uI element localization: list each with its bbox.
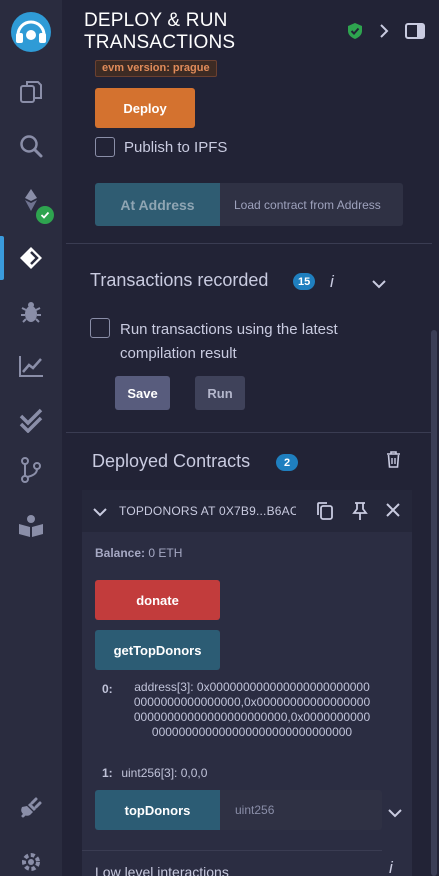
contract-actions (296, 490, 412, 532)
contract-title: TOPDONORS AT 0X7B9...B6AC (119, 504, 299, 518)
debugger-icon[interactable] (0, 286, 62, 338)
contract-header[interactable]: TOPDONORS AT 0X7B9...B6AC (82, 490, 412, 532)
deploy-run-panel: DEPLOY & RUN TRANSACTIONS evm version: p… (62, 0, 439, 876)
remix-logo-icon[interactable] (0, 6, 62, 58)
solidity-compiler-icon[interactable] (0, 176, 62, 228)
publish-ipfs-checkbox[interactable] (95, 137, 115, 157)
file-explorer-icon[interactable] (0, 66, 62, 118)
analytics-icon[interactable] (0, 340, 62, 392)
copy-icon[interactable] (316, 501, 334, 526)
at-address-group: At Address Load contract from Address (95, 183, 403, 226)
trash-icon[interactable] (386, 451, 401, 473)
run-latest-compilation-checkbox[interactable] (90, 318, 110, 338)
balance-value: 0 ETH (148, 546, 183, 560)
compiled-check-icon (36, 206, 54, 224)
output-row-1: 1: uint256[3]: 0,0,0 (102, 766, 207, 781)
panel-scrollbar[interactable] (431, 330, 437, 876)
load-contract-address-input[interactable]: Load contract from Address (220, 183, 403, 226)
panel-title: DEPLOY & RUN TRANSACTIONS (84, 10, 235, 54)
chevron-down-icon[interactable] (372, 276, 386, 294)
output-index: 1: (102, 766, 113, 780)
info-icon[interactable]: i (330, 272, 334, 292)
top-donors-input[interactable]: uint256 (220, 790, 382, 830)
run-latest-label-line1: Run transactions using the latest (120, 321, 338, 338)
learneth-icon[interactable] (0, 500, 62, 552)
pin-icon[interactable] (351, 501, 369, 526)
section-divider (66, 243, 432, 244)
section-divider (66, 432, 432, 433)
test-icon[interactable] (0, 394, 62, 446)
chevron-down-icon[interactable] (93, 504, 107, 522)
panel-title-line2: TRANSACTIONS (84, 32, 236, 53)
save-scenario-button[interactable]: Save (115, 376, 170, 410)
run-latest-label-line2: compilation result (120, 345, 237, 362)
transactions-recorded-title: Transactions recorded (90, 270, 269, 290)
chevron-right-icon[interactable] (379, 24, 389, 43)
deployed-count-badge: 2 (276, 454, 298, 471)
get-top-donors-button[interactable]: getTopDonors (95, 630, 220, 670)
icon-rail (0, 0, 62, 876)
shield-check-icon[interactable] (347, 22, 363, 45)
search-icon[interactable] (0, 120, 62, 172)
output-index: 0: (102, 682, 113, 696)
info-icon[interactable]: i (389, 858, 393, 876)
transactions-count-badge: 15 (293, 273, 316, 290)
publish-ipfs-label: Publish to IPFS (124, 139, 228, 156)
at-address-button[interactable]: At Address (95, 183, 220, 226)
balance-label: Balance: (95, 546, 146, 560)
deploy-run-icon[interactable] (0, 232, 62, 284)
output-row-0: 0: (102, 682, 118, 697)
top-donors-button[interactable]: topDonors (95, 790, 220, 830)
close-icon[interactable] (386, 503, 400, 522)
contract-balance: Balance: 0 ETH (95, 546, 182, 560)
card-divider (82, 850, 382, 851)
settings-icon[interactable] (0, 836, 62, 876)
run-scenario-button[interactable]: Run (195, 376, 245, 410)
output-value-0: address[3]: 0x00000000000000000000000000… (133, 680, 371, 739)
output-value-1: uint256[3]: 0,0,0 (121, 766, 208, 780)
chevron-down-icon[interactable] (388, 805, 402, 823)
evm-version-badge: evm version: prague (95, 60, 217, 77)
deployed-contracts-title: Deployed Contracts (92, 451, 251, 471)
donate-button[interactable]: donate (95, 580, 220, 620)
run-latest-compilation-label: Run transactions using the latest compil… (120, 320, 338, 364)
deploy-button[interactable]: Deploy (95, 88, 195, 128)
panel-toggle-icon[interactable] (405, 23, 425, 44)
header-actions (347, 22, 425, 45)
plugin-manager-icon[interactable] (0, 782, 62, 834)
deployed-contract-card: TOPDONORS AT 0X7B9...B6AC Balance: 0 ETH… (82, 490, 412, 876)
low-level-interactions-label: Low level interactions (95, 864, 229, 876)
git-icon[interactable] (0, 444, 62, 496)
panel-title-line1: DEPLOY & RUN (84, 10, 228, 31)
